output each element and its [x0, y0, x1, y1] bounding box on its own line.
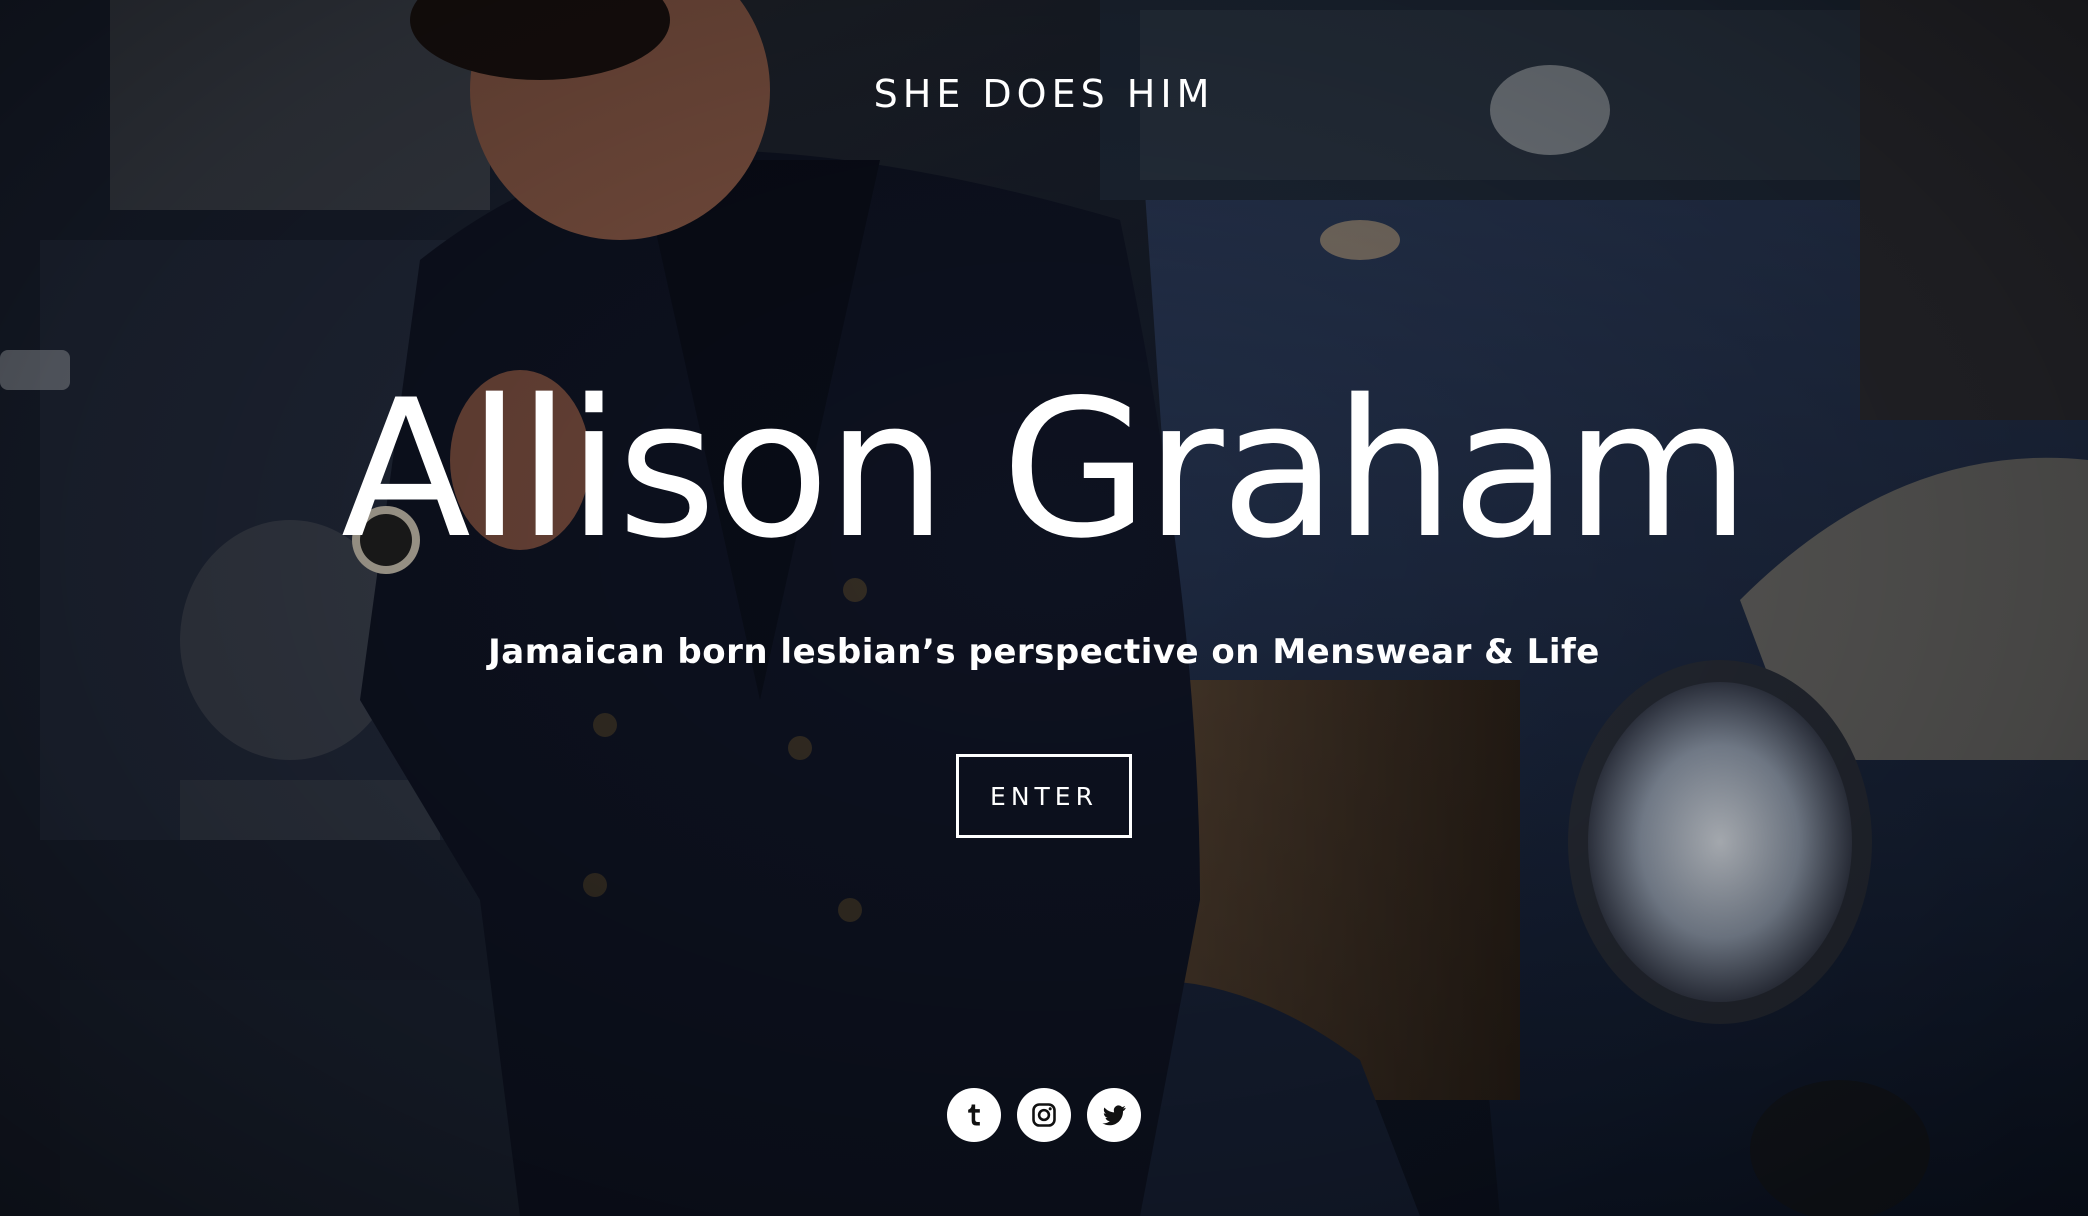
enter-button[interactable]: ENTER	[956, 754, 1132, 838]
site-title[interactable]: SHE DOES HIM	[0, 72, 2088, 116]
hero-tagline: Jamaican born lesbian’s perspective on M…	[488, 632, 1600, 672]
instagram-link[interactable]	[1017, 1088, 1071, 1142]
hero-section: SHE DOES HIM Allison Graham Jamaican bor…	[0, 0, 2088, 1216]
photo-overlay	[0, 0, 2088, 1216]
tumblr-icon	[968, 1104, 980, 1126]
social-links	[0, 1088, 2088, 1142]
hero-headline: Allison Graham	[340, 359, 1750, 580]
instagram-icon	[1032, 1103, 1056, 1127]
twitter-link[interactable]	[1087, 1088, 1141, 1142]
tumblr-link[interactable]	[947, 1088, 1001, 1142]
twitter-icon	[1102, 1105, 1126, 1126]
